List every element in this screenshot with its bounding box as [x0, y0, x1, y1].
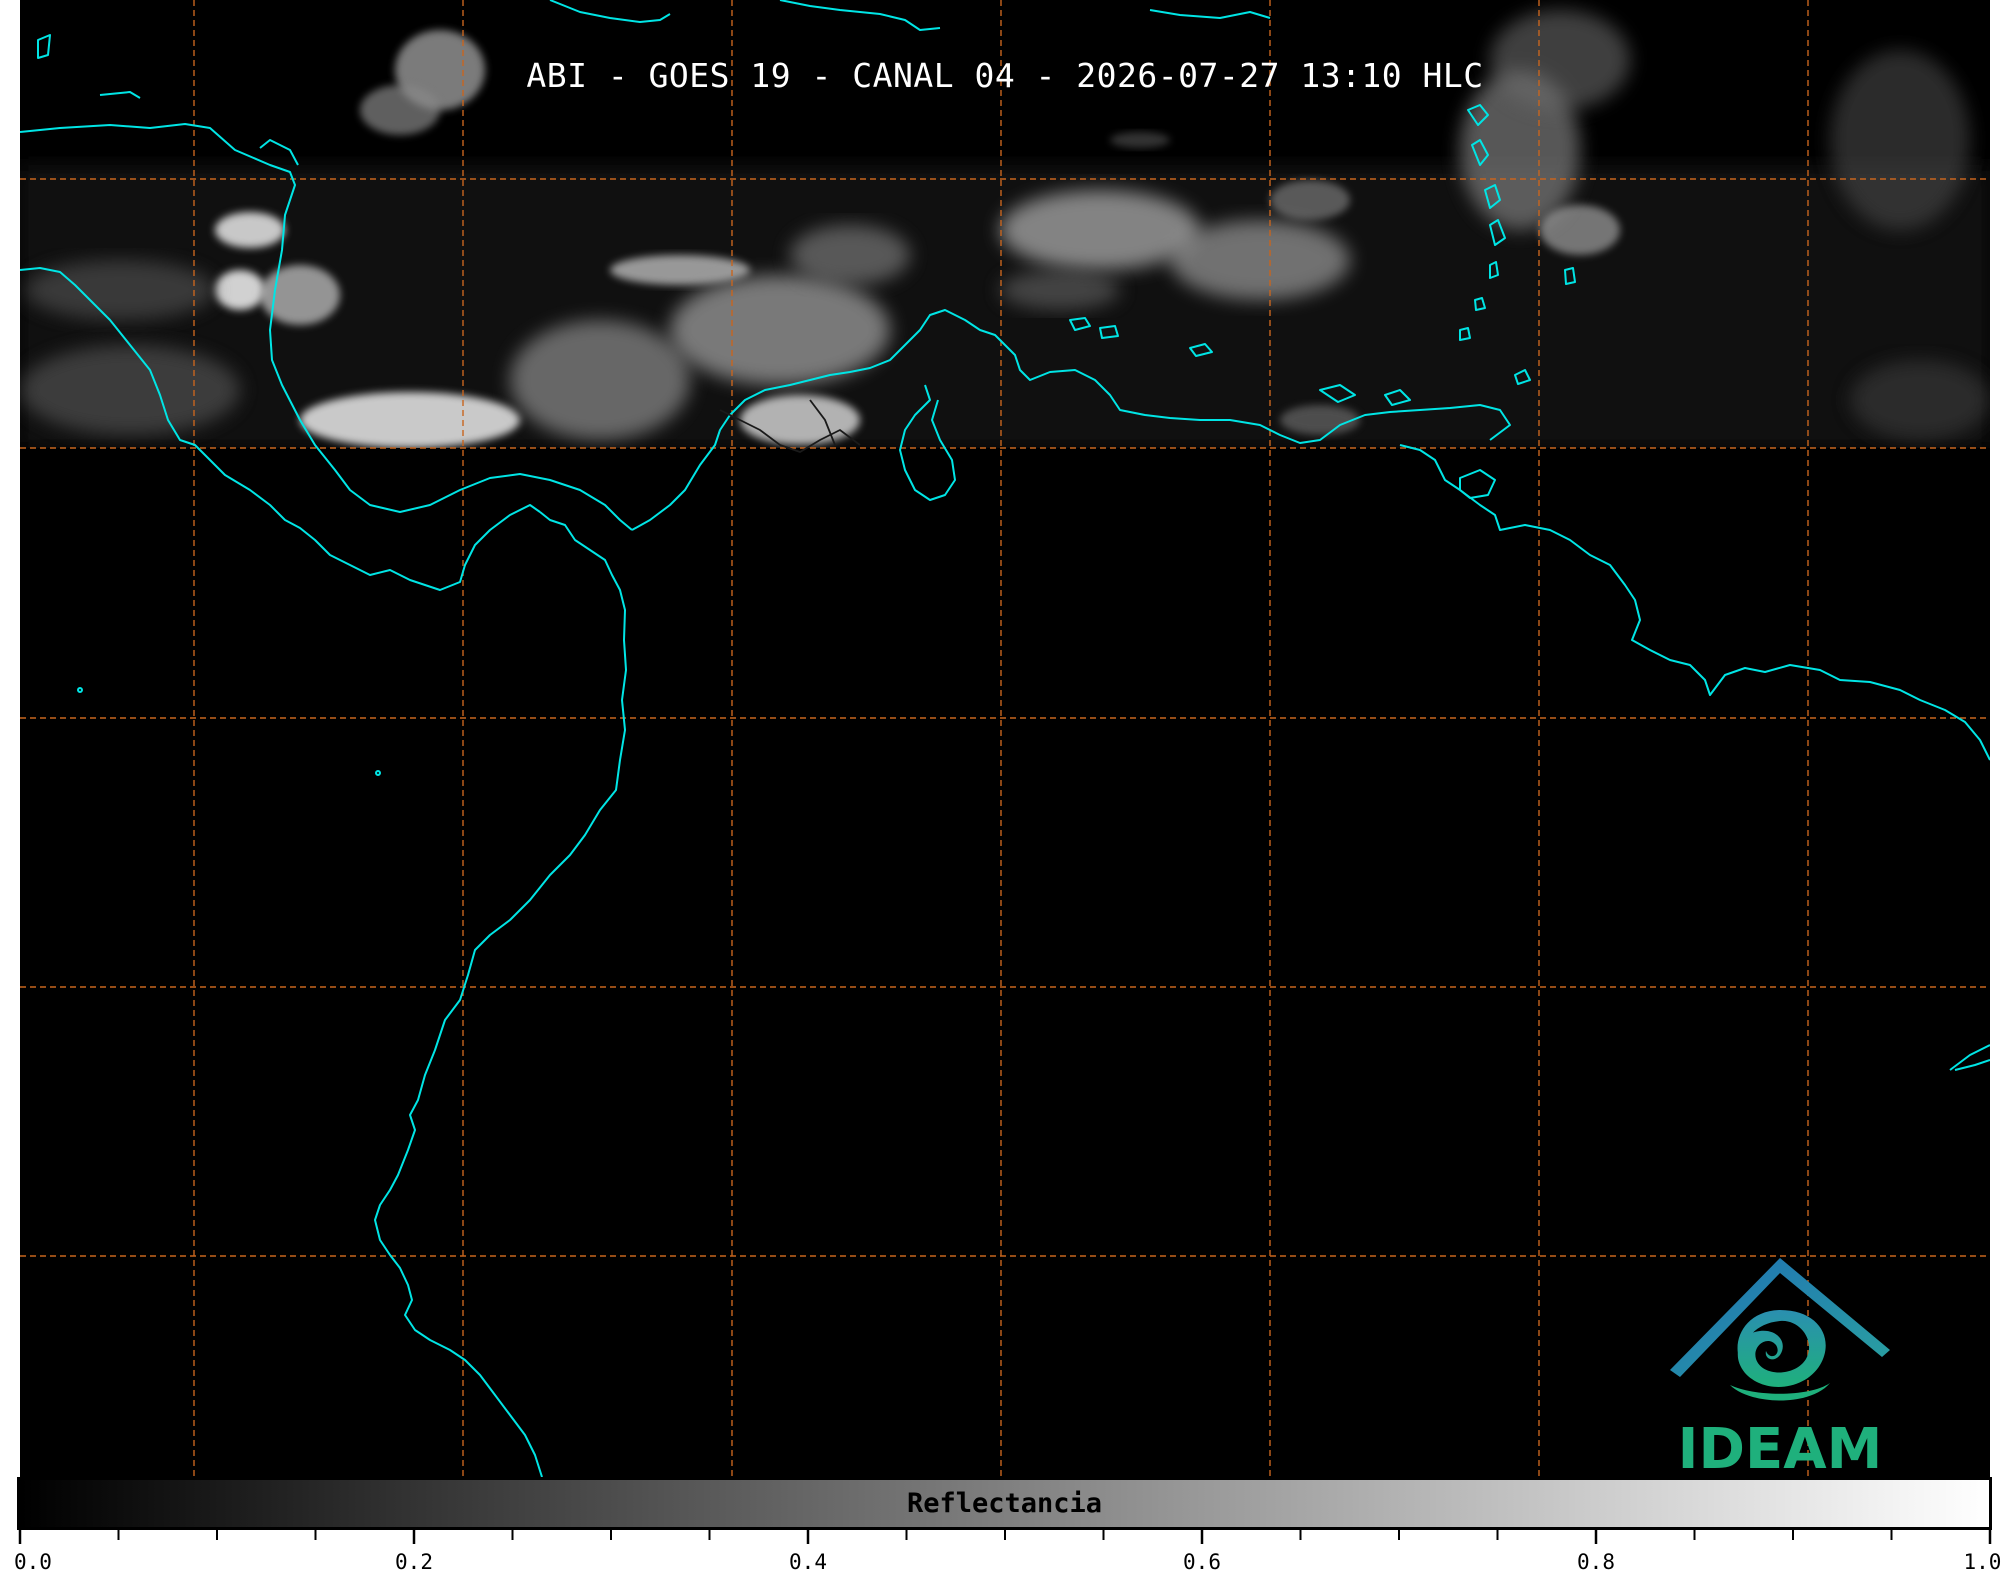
tick-label: 0.0: [14, 1550, 52, 1574]
ideam-emblem-icon: [1670, 1258, 1890, 1401]
colorbar-label: Reflectancia: [906, 1488, 1103, 1519]
tick-label: 1.0: [1963, 1550, 2002, 1574]
colorbar: Reflectancia: [17, 1477, 1992, 1530]
tick-label: 0.8: [1577, 1550, 1615, 1574]
ideam-logo: IDEAM: [1660, 1255, 1900, 1477]
colorbar-tick-marks: [18, 1530, 1992, 1544]
tick-label: 0.4: [789, 1550, 827, 1574]
tick-label: 0.6: [1183, 1550, 1221, 1574]
satellite-map: ABI - GOES 19 - CANAL 04 - 2026-07-27 13…: [20, 0, 1990, 1477]
colorbar-ticks: 0.0 0.2 0.4 0.6 0.8 1.0: [14, 1530, 2001, 1577]
map-title: ABI - GOES 19 - CANAL 04 - 2026-07-27 13…: [526, 56, 1484, 95]
tick-label: 0.2: [395, 1550, 433, 1574]
logo-text: IDEAM: [1677, 1417, 1883, 1477]
